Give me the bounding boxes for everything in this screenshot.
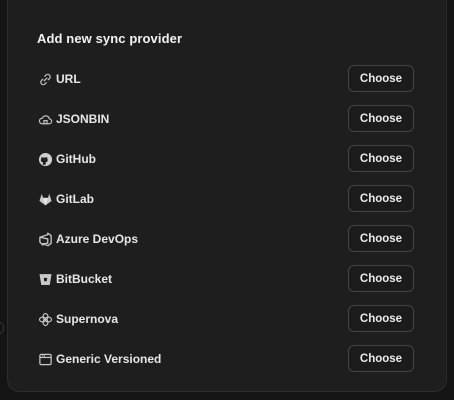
choose-bitbucket-button[interactable]: Choose bbox=[348, 265, 414, 292]
azure-devops-icon bbox=[37, 231, 53, 247]
provider-row-supernova: Supernova Choose bbox=[37, 305, 414, 333]
provider-row-github: GitHub Choose bbox=[37, 145, 414, 173]
choose-github-button[interactable]: Choose bbox=[348, 145, 414, 172]
add-sync-provider-dialog: Add new sync provider URL Choose JSONBIN… bbox=[7, 0, 447, 392]
provider-label: Supernova bbox=[56, 312, 119, 326]
provider-label: Generic Versioned bbox=[56, 352, 162, 366]
provider-row-azure-devops: Azure DevOps Choose bbox=[37, 225, 414, 253]
choose-jsonbin-button[interactable]: Choose bbox=[348, 105, 414, 132]
provider-label: BitBucket bbox=[56, 272, 113, 286]
cloud-bin-icon bbox=[37, 111, 53, 127]
background-control bbox=[0, 322, 4, 334]
provider-row-jsonbin: JSONBIN Choose bbox=[37, 105, 414, 133]
provider-row-bitbucket: BitBucket Choose bbox=[37, 265, 414, 293]
provider-label: GitLab bbox=[56, 192, 94, 206]
bitbucket-icon bbox=[37, 271, 53, 287]
provider-row-url: URL Choose bbox=[37, 65, 414, 93]
choose-azure-devops-button[interactable]: Choose bbox=[348, 225, 414, 252]
github-icon bbox=[37, 151, 53, 167]
provider-label: JSONBIN bbox=[56, 112, 110, 126]
choose-url-button[interactable]: Choose bbox=[348, 65, 414, 92]
generic-versioned-icon bbox=[37, 351, 53, 367]
provider-label: URL bbox=[56, 72, 81, 86]
link-icon bbox=[37, 71, 53, 87]
gitlab-icon bbox=[37, 191, 53, 207]
choose-gitlab-button[interactable]: Choose bbox=[348, 185, 414, 212]
choose-supernova-button[interactable]: Choose bbox=[348, 305, 414, 332]
provider-row-gitlab: GitLab Choose bbox=[37, 185, 414, 213]
provider-label: Azure DevOps bbox=[56, 232, 139, 246]
choose-generic-versioned-button[interactable]: Choose bbox=[348, 345, 414, 372]
dialog-title: Add new sync provider bbox=[37, 31, 183, 46]
provider-row-generic-versioned: Generic Versioned Choose bbox=[37, 345, 414, 373]
provider-label: GitHub bbox=[56, 152, 96, 166]
supernova-icon bbox=[37, 311, 53, 327]
